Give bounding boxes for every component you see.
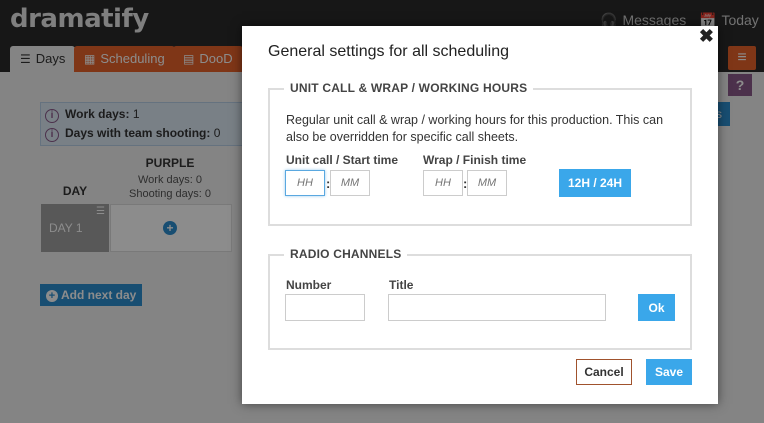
start-minute-input[interactable] [330,170,370,196]
start-time-label: Unit call / Start time [286,153,399,167]
unit-call-fieldset: UNIT CALL & WRAP / WORKING HOURS Regular… [268,81,692,226]
finish-minute-input[interactable] [467,170,507,196]
close-icon[interactable]: ✖ [699,26,714,47]
save-button[interactable]: Save [646,359,692,385]
unit-call-legend: UNIT CALL & WRAP / WORKING HOURS [284,81,534,95]
modal-title: General settings for all scheduling [268,43,510,60]
radio-channels-fieldset: RADIO CHANNELS Number Title Ok [268,247,692,350]
unit-call-description: Regular unit call & wrap / working hours… [286,113,664,144]
radio-ok-button[interactable]: Ok [638,294,675,321]
cancel-button[interactable]: Cancel [576,359,632,385]
settings-modal: General settings for all scheduling ✖ UN… [242,26,718,404]
start-hour-input[interactable] [285,170,325,196]
finish-hour-input[interactable] [423,170,463,196]
radio-title-input[interactable] [388,294,606,321]
radio-channels-legend: RADIO CHANNELS [284,247,408,261]
time-format-toggle-button[interactable]: 12H / 24H [559,169,631,197]
radio-number-input[interactable] [285,294,365,321]
finish-time-label: Wrap / Finish time [423,153,527,167]
radio-number-label: Number [286,278,332,292]
radio-title-label: Title [389,278,414,292]
